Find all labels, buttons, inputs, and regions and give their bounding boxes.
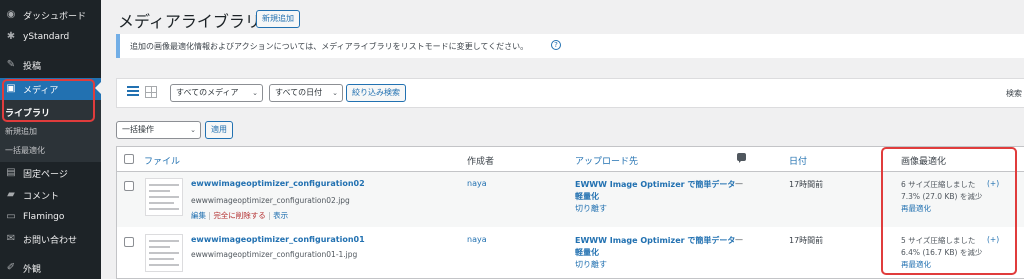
sidebar-item-label: 投稿 bbox=[23, 61, 42, 72]
media-title-link[interactable]: ewwwimageoptimizer_configuration01 bbox=[191, 235, 365, 244]
media-type-value: すべてのメディア bbox=[176, 88, 239, 97]
sidebar-item-posts[interactable]: ✎ 投稿 bbox=[0, 54, 101, 76]
row-checkbox[interactable] bbox=[124, 181, 134, 191]
sidebar-item-label: お問い合わせ bbox=[23, 235, 78, 246]
current-menu-arrow bbox=[95, 82, 101, 94]
select-all-checkbox[interactable] bbox=[124, 154, 134, 164]
file-name: ewwwimageoptimizer_configuration02.jpg bbox=[191, 196, 350, 205]
search-label: 検索 bbox=[1006, 89, 1022, 98]
notice-text: 追加の画像最適化情報およびアクションについては、メディアライブラリをリストモード… bbox=[130, 42, 529, 51]
column-header-file[interactable]: ファイル bbox=[144, 154, 180, 167]
edit-link[interactable]: 編集 bbox=[191, 211, 206, 220]
page-icon: ▤ bbox=[6, 167, 16, 178]
chevron-down-icon: ⌄ bbox=[190, 126, 196, 134]
highlight-box-media-menu bbox=[2, 79, 95, 122]
comment-icon: ▰ bbox=[7, 189, 15, 200]
submenu-add-new[interactable]: 新規追加 bbox=[5, 126, 37, 137]
sidebar-item-comments[interactable]: ▰ コメント bbox=[0, 184, 101, 206]
column-header-uploaded-to[interactable]: アップロード先 bbox=[575, 154, 638, 167]
grid-view-icon[interactable] bbox=[145, 86, 157, 98]
sidebar-item-ystandard[interactable]: ✱ yStandard bbox=[0, 26, 101, 48]
file-name: ewwwimageoptimizer_configuration01-1.jpg bbox=[191, 250, 358, 259]
flamingo-icon: ▭ bbox=[6, 211, 16, 222]
media-type-select[interactable]: すべてのメディア ⌄ bbox=[170, 84, 263, 102]
date-select[interactable]: すべての日付 ⌄ bbox=[269, 84, 343, 102]
row-checkbox[interactable] bbox=[124, 237, 134, 247]
comment-count: — bbox=[735, 179, 743, 188]
info-notice: 追加の画像最適化情報およびアクションについては、メディアライブラリをリストモード… bbox=[116, 34, 1024, 58]
date-value: すべての日付 bbox=[275, 88, 323, 97]
author-link[interactable]: naya bbox=[467, 179, 487, 188]
sidebar-item-pages[interactable]: ▤ 固定ページ bbox=[0, 162, 101, 184]
pin-icon: ✎ bbox=[6, 59, 16, 70]
mail-icon: ✉ bbox=[6, 233, 16, 244]
detach-link[interactable]: 切り離す bbox=[575, 259, 607, 270]
row-actions: 編集 | 完全に削除する | 表示 bbox=[191, 211, 289, 220]
uploaded-to-link-cont[interactable]: 軽量化 bbox=[575, 191, 599, 202]
admin-sidebar: ◉ ダッシュボード ✱ yStandard ✎ 投稿 ▣ メディア ライブラリ … bbox=[0, 0, 101, 279]
upload-date: 17時間前 bbox=[789, 236, 824, 245]
chevron-down-icon: ⌄ bbox=[332, 89, 338, 97]
bulk-action-select[interactable]: 一括操作 ⌄ bbox=[116, 121, 201, 139]
upload-date: 17時間前 bbox=[789, 180, 824, 189]
sidebar-item-flamingo[interactable]: ▭ Flamingo bbox=[0, 206, 101, 228]
comment-bubble-icon[interactable] bbox=[737, 153, 746, 163]
author-link[interactable]: naya bbox=[467, 235, 487, 244]
sidebar-item-label: ダッシュボード bbox=[23, 11, 87, 22]
list-view-icon[interactable] bbox=[127, 86, 139, 98]
apply-button[interactable]: 適用 bbox=[205, 121, 233, 139]
help-icon[interactable]: ? bbox=[551, 40, 561, 50]
thumbnail-image[interactable] bbox=[145, 178, 183, 216]
uploaded-to-link[interactable]: EWWW Image Optimizer で簡単データ bbox=[575, 179, 735, 190]
column-header-author: 作成者 bbox=[467, 157, 495, 167]
sidebar-item-label: 固定ページ bbox=[23, 169, 68, 180]
sidebar-item-label: コメント bbox=[23, 191, 60, 202]
page-title: メディアライブラリ bbox=[118, 12, 261, 31]
detach-link[interactable]: 切り離す bbox=[575, 203, 607, 214]
gear-icon: ✱ bbox=[6, 31, 16, 42]
sidebar-item-label: yStandard bbox=[23, 32, 70, 42]
filter-button[interactable]: 絞り込み検索 bbox=[346, 84, 406, 102]
sidebar-item-appearance[interactable]: ✐ 外観 bbox=[0, 257, 101, 279]
thumbnail-image[interactable] bbox=[145, 234, 183, 272]
submenu-bulk-optimize[interactable]: 一括最適化 bbox=[5, 145, 45, 156]
column-header-date[interactable]: 日付 bbox=[789, 154, 807, 167]
highlight-box-optimization-column bbox=[881, 147, 1017, 275]
media-title-link[interactable]: ewwwimageoptimizer_configuration02 bbox=[191, 179, 365, 188]
sidebar-item-label: 外観 bbox=[23, 264, 42, 275]
delete-permanently-link[interactable]: 完全に削除する bbox=[213, 211, 266, 220]
uploaded-to-link[interactable]: EWWW Image Optimizer で簡単データ bbox=[575, 235, 735, 246]
chevron-down-icon: ⌄ bbox=[252, 89, 258, 97]
bulk-action-value: 一括操作 bbox=[122, 125, 154, 134]
uploaded-to-link-cont[interactable]: 軽量化 bbox=[575, 247, 599, 258]
view-link[interactable]: 表示 bbox=[273, 211, 288, 220]
sidebar-item-contact[interactable]: ✉ お問い合わせ bbox=[0, 228, 101, 250]
sidebar-item-label: Flamingo bbox=[23, 212, 65, 222]
comment-count: — bbox=[735, 235, 743, 244]
sidebar-item-dashboard[interactable]: ◉ ダッシュボード bbox=[0, 4, 101, 26]
brush-icon: ✐ bbox=[6, 262, 16, 273]
media-filter-bar: すべてのメディア ⌄ すべての日付 ⌄ 絞り込み検索 bbox=[116, 78, 1024, 108]
dashboard-icon: ◉ bbox=[6, 9, 16, 20]
add-new-button[interactable]: 新規追加 bbox=[256, 10, 300, 28]
